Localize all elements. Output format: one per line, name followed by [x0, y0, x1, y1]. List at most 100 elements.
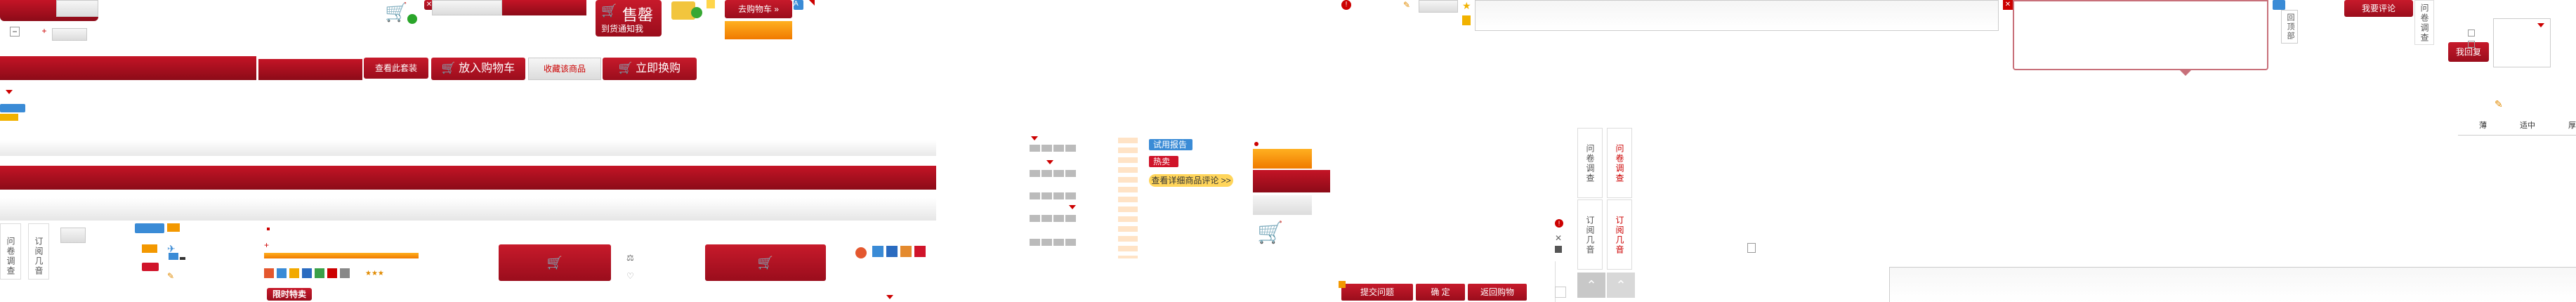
favorite-button[interactable]: 收藏该商品	[528, 58, 601, 80]
buy-now-button[interactable]: 🛒 立即换购	[603, 58, 697, 80]
app-icon-2[interactable]	[886, 246, 898, 257]
corner-triangle-icon	[809, 0, 815, 6]
quantity-input[interactable]	[52, 28, 87, 41]
thickness-line	[2458, 135, 2576, 136]
hot-label: 热卖	[1153, 157, 1171, 166]
back-to-top-tab[interactable]: 回顶部	[2281, 10, 2298, 44]
star-row: ★★★	[365, 270, 384, 277]
write-review-label: 我要评论	[2361, 4, 2396, 13]
douban-icon[interactable]	[315, 268, 324, 278]
qq-icon[interactable]	[277, 268, 287, 278]
orange-tag	[167, 223, 180, 232]
orange-block	[1253, 149, 1312, 169]
qq-icon-2[interactable]	[872, 246, 883, 257]
cart-icon-large-2: 🛒	[757, 256, 774, 270]
survey-panel-2[interactable]: 问卷调查	[1607, 128, 1632, 198]
add-to-cart-button[interactable]: 🛒 放入购物车	[431, 58, 525, 80]
col-thin: 薄	[2479, 122, 2487, 130]
cart-outline-icon: 🛒	[1257, 221, 1284, 244]
back-shopping-button[interactable]: 返回购物	[1468, 284, 1527, 301]
plus-small-icon: +	[264, 240, 270, 250]
info-tag-blue	[2273, 0, 2285, 10]
view-review-link[interactable]: 查看详细商品评论 >>	[1149, 174, 1233, 187]
red-band-left	[0, 56, 256, 80]
dropdown-box[interactable]	[2493, 18, 2551, 67]
tag-blue-small	[0, 104, 25, 112]
thickness-header: 薄 适中 厚	[2458, 119, 2576, 132]
share-icon[interactable]	[264, 268, 274, 278]
submit-question-button[interactable]: 提交问题	[1341, 284, 1413, 301]
score-row-5	[1030, 239, 1076, 246]
heart-icon[interactable]: ♡	[626, 271, 634, 281]
orange-bar-top	[725, 21, 792, 39]
top-gray-tab[interactable]	[56, 0, 98, 17]
survey-tab-right[interactable]: 问卷调查	[2414, 0, 2434, 45]
red-arrow-1	[1031, 136, 1038, 140]
small-gray-button[interactable]	[1555, 287, 1566, 298]
gold-tab-icon	[707, 0, 715, 8]
weibo-icon[interactable]	[289, 268, 299, 278]
gift-icon-2[interactable]	[914, 246, 926, 257]
progress-bar	[264, 253, 419, 258]
cart-button-large-1[interactable]: 🛒	[499, 244, 611, 281]
hot-tag: 热卖	[1149, 156, 1178, 167]
doc-icon	[1747, 243, 1756, 253]
favorite-label: 收藏该商品	[543, 64, 586, 74]
checkbox-2[interactable]	[2468, 41, 2475, 48]
sold-out-button[interactable]: 🛒 售罄 到货通知我	[596, 0, 662, 37]
minus-icon[interactable]: −	[10, 27, 20, 37]
bar-col	[1118, 138, 1138, 258]
wide-input[interactable]	[1475, 0, 1999, 31]
scroll-up-button-1[interactable]: ⌃	[1577, 273, 1605, 298]
checkbox-1[interactable]	[2468, 29, 2475, 37]
subscribe-panel-1[interactable]: 订阅几音	[1577, 199, 1603, 270]
arrow-down-small-icon	[886, 295, 893, 299]
survey-tab[interactable]: 问卷调查	[0, 223, 21, 280]
tv-icon-2[interactable]	[900, 246, 912, 257]
trial-report-label: 试用报告	[1153, 140, 1188, 150]
check-icon	[407, 14, 417, 24]
survey-panel-1-label: 问卷调查	[1585, 144, 1595, 183]
chevron-down-icon	[2537, 23, 2544, 27]
gray-bar-1	[432, 0, 502, 15]
comment-box[interactable]	[2013, 0, 2268, 70]
comment-box-pointer	[2180, 70, 2191, 76]
back-to-top-label: 回顶部	[2286, 13, 2294, 41]
view-set-button[interactable]: 查看此套装	[364, 58, 428, 79]
bottom-form-area	[1889, 267, 2576, 302]
subscribe-panel-2-label: 订阅几音	[1615, 216, 1624, 255]
weibo-icon-2[interactable]	[855, 247, 867, 258]
kaixin-icon[interactable]	[327, 268, 337, 278]
submit-question-label: 提交问题	[1360, 287, 1394, 297]
red-close-icon[interactable]: ✕	[2003, 0, 2013, 10]
plus-icon[interactable]: +	[39, 27, 49, 37]
gray-square-button[interactable]	[60, 228, 86, 243]
lock-icon	[1462, 15, 1471, 25]
blue-tag	[135, 223, 164, 233]
score-row-3	[1030, 192, 1076, 199]
trial-report-tag[interactable]: 试用报告	[1149, 139, 1192, 150]
gray-block	[1253, 195, 1312, 215]
tag-gold-small	[0, 114, 18, 121]
red-bar-1	[502, 0, 586, 15]
cart-button-large-2[interactable]: 🛒	[705, 244, 826, 281]
limited-time-label: 限时特卖	[272, 289, 306, 299]
subscribe-tab[interactable]: 订阅几音	[28, 223, 49, 280]
close-gray-icon[interactable]: ✕	[1555, 233, 1562, 243]
notify-label: 到货通知我	[601, 24, 644, 34]
renren-icon[interactable]	[302, 268, 312, 278]
write-review-button[interactable]: 我要评论	[2344, 0, 2413, 17]
subscribe-panel-2[interactable]: 订阅几音	[1607, 199, 1632, 270]
survey-panel-1[interactable]: 问卷调查	[1577, 128, 1603, 198]
font-a-icon[interactable]: A	[794, 0, 803, 10]
goto-cart-button[interactable]: 去购物车 »	[725, 0, 792, 18]
scroll-up-button-2[interactable]: ⌃	[1607, 273, 1635, 298]
col-medium: 适中	[2520, 122, 2535, 130]
small-input[interactable]	[1419, 0, 1458, 13]
red-arrow-3	[1069, 205, 1076, 209]
confirm-label: 确 定	[1431, 287, 1450, 297]
cart-small-icon-3: 🛒	[618, 63, 636, 74]
confirm-button[interactable]: 确 定	[1416, 284, 1465, 301]
mail-icon[interactable]	[340, 268, 350, 278]
add-to-cart-label: 放入购物车	[459, 63, 515, 74]
